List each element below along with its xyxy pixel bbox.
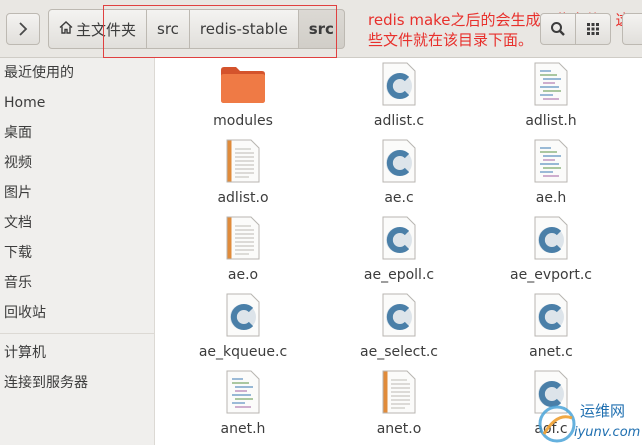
c-source-icon	[382, 139, 416, 183]
object-file-icon	[226, 216, 260, 260]
header-file-icon	[534, 139, 568, 183]
breadcrumb-label: 主文件夹	[76, 20, 137, 39]
breadcrumb: 主文件夹 src redis-stable src	[48, 9, 345, 49]
sidebar-item-home[interactable]: Home	[4, 91, 45, 115]
file-name: ae_select.c	[360, 344, 438, 360]
sidebar-item-documents[interactable]: 文档	[4, 211, 32, 235]
breadcrumb-src[interactable]: src	[146, 9, 190, 49]
toolbar: 主文件夹 src redis-stable src redis make之后的会…	[0, 0, 642, 58]
sidebar-item-computer[interactable]: 计算机	[4, 341, 46, 365]
file-name: anet.h	[220, 421, 266, 437]
view-toggle-button[interactable]	[575, 13, 611, 45]
sidebar-item-pictures[interactable]: 图片	[4, 181, 32, 205]
file-item-anet-h[interactable]: anet.h	[173, 370, 313, 445]
c-source-icon	[382, 293, 416, 337]
file-item-ae-h[interactable]: ae.h	[481, 139, 621, 214]
file-item-adlist-o[interactable]: adlist.o	[173, 139, 313, 214]
file-name: anet.c	[529, 344, 573, 360]
breadcrumb-redis-stable[interactable]: redis-stable	[188, 9, 299, 49]
watermark-logo: 运维网 iyunv.com	[536, 398, 642, 445]
file-item-anet-c[interactable]: anet.c	[481, 293, 621, 368]
breadcrumb-label: src	[308, 20, 334, 38]
file-item-ae-o[interactable]: ae.o	[173, 216, 313, 291]
file-name: ae.c	[384, 190, 414, 206]
file-name: ae_kqueue.c	[198, 344, 288, 360]
sidebar-item-desktop[interactable]: 桌面	[4, 121, 32, 145]
c-source-icon	[382, 62, 416, 106]
c-source-icon	[226, 293, 260, 337]
sidebar: 最近使用的 Home 桌面 视频 图片 文档 下载 音乐 回收站 计算机 连接到…	[0, 58, 155, 445]
sidebar-item-trash[interactable]: 回收站	[4, 301, 46, 325]
header-file-icon	[534, 62, 568, 106]
breadcrumb-label: redis-stable	[199, 20, 288, 38]
path-back-button[interactable]	[6, 13, 40, 45]
c-source-icon	[534, 293, 568, 337]
sidebar-item-recent[interactable]: 最近使用的	[4, 61, 74, 85]
search-button[interactable]	[540, 13, 576, 45]
search-icon	[551, 22, 565, 36]
breadcrumb-label: src	[157, 20, 179, 38]
file-name: ae.o	[227, 267, 259, 283]
breadcrumb-home[interactable]: 主文件夹	[48, 9, 148, 49]
sidebar-item-music[interactable]: 音乐	[4, 271, 32, 295]
file-grid: modules adlist.c adlist.h adlist.o ae.c …	[155, 58, 642, 445]
chevron-right-icon	[19, 22, 28, 36]
file-item-modules[interactable]: modules	[173, 62, 313, 137]
file-name: ae_epoll.c	[363, 267, 435, 283]
sidebar-item-connect-server[interactable]: 连接到服务器	[4, 371, 88, 395]
file-name: adlist.h	[525, 113, 577, 129]
file-name: modules	[213, 113, 273, 129]
file-name: anet.o	[376, 421, 422, 437]
file-name: adlist.o	[217, 190, 269, 206]
sidebar-divider	[0, 333, 155, 334]
watermark-title: 运维网	[580, 402, 625, 420]
file-item-anet-o[interactable]: anet.o	[329, 370, 469, 445]
folder-icon	[221, 67, 265, 103]
header-file-icon	[226, 370, 260, 414]
file-name: adlist.c	[373, 113, 425, 129]
file-item-ae-kqueue-c[interactable]: ae_kqueue.c	[173, 293, 313, 368]
file-item-ae-evport-c[interactable]: ae_evport.c	[481, 216, 621, 291]
file-item-ae-select-c[interactable]: ae_select.c	[329, 293, 469, 368]
file-name: ae.h	[535, 190, 567, 206]
sidebar-item-videos[interactable]: 视频	[4, 151, 32, 175]
file-item-adlist-c[interactable]: adlist.c	[329, 62, 469, 137]
breadcrumb-src-current[interactable]: src	[297, 9, 345, 49]
menu-button[interactable]	[622, 13, 642, 45]
file-item-ae-epoll-c[interactable]: ae_epoll.c	[329, 216, 469, 291]
watermark-subtitle: iyunv.com	[574, 425, 640, 440]
c-source-icon	[534, 216, 568, 260]
c-source-icon	[382, 216, 416, 260]
home-icon	[59, 20, 73, 38]
object-file-icon	[382, 370, 416, 414]
object-file-icon	[226, 139, 260, 183]
file-name: ae_evport.c	[510, 267, 592, 283]
sidebar-item-downloads[interactable]: 下载	[4, 241, 32, 265]
grid-view-icon	[587, 23, 599, 35]
file-item-ae-c[interactable]: ae.c	[329, 139, 469, 214]
file-item-adlist-h[interactable]: adlist.h	[481, 62, 621, 137]
